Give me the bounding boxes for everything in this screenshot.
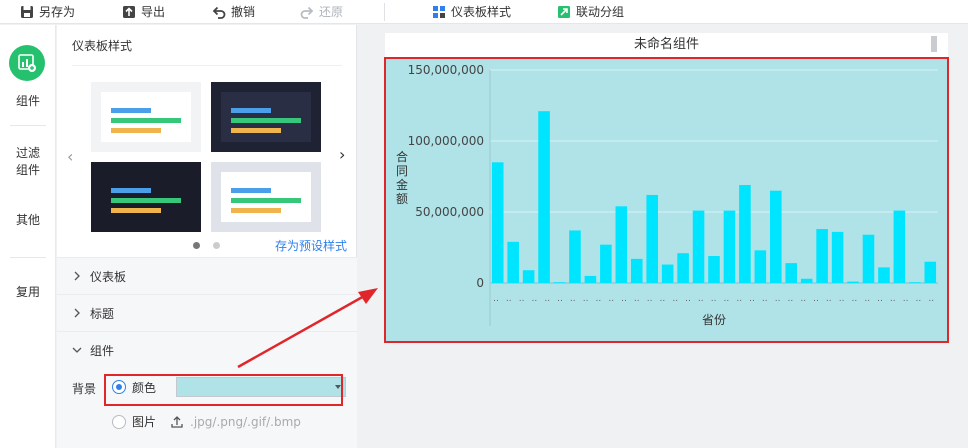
save-preset-link[interactable]: 存为预设样式: [275, 237, 347, 254]
next-style-arrow[interactable]: ›: [339, 145, 345, 164]
top-toolbar: 另存为 导出 撤销 还原 仪表板样式 联动分组: [0, 0, 968, 24]
background-label: 背景: [72, 382, 97, 396]
nav-item-other[interactable]: 其他: [0, 210, 56, 230]
section-component-label: 组件: [90, 343, 115, 358]
redo-label: 还原: [319, 5, 344, 19]
style-thumb-gray[interactable]: [211, 162, 321, 232]
image-option-label: 图片: [132, 415, 157, 429]
panel-title: 仪表板样式: [72, 39, 133, 53]
redo-icon: [300, 6, 314, 19]
prev-style-arrow[interactable]: ‹: [67, 147, 73, 166]
panel-divider: [72, 65, 342, 66]
dashboard-style-label: 仪表板样式: [451, 5, 512, 19]
chevron-right-icon: [74, 271, 80, 281]
nav-item-filter-line2[interactable]: 组件: [0, 160, 56, 180]
widget-scrollbar[interactable]: [931, 36, 937, 52]
annotation-arrow: [237, 288, 378, 369]
undo-label: 撤销: [231, 5, 256, 19]
background-image-row: 图片 .jpg/.png/.gif/.bmp: [112, 413, 301, 430]
chevron-down-icon: [72, 347, 82, 353]
nav-item-reuse[interactable]: 复用: [0, 282, 56, 302]
save-as-button[interactable]: 另存为: [20, 3, 75, 21]
image-radio[interactable]: [112, 414, 126, 429]
style-thumb-dark[interactable]: [91, 162, 201, 232]
export-label: 导出: [141, 5, 166, 19]
carousel-dot[interactable]: [213, 242, 220, 249]
widget-title[interactable]: 未命名组件: [385, 33, 948, 57]
chevron-right-icon: [74, 308, 80, 318]
linkage-group-button[interactable]: 联动分组: [557, 3, 624, 21]
export-button[interactable]: 导出: [122, 3, 165, 21]
save-as-label: 另存为: [39, 5, 76, 19]
undo-button[interactable]: 撤销: [212, 3, 255, 21]
style-thumb-light[interactable]: [91, 82, 201, 152]
nav-item-component[interactable]: 组件: [0, 91, 56, 111]
nav-divider: [10, 125, 46, 126]
section-title-label: 标题: [90, 306, 115, 321]
chart-add-icon: [18, 54, 36, 72]
image-formats-hint: .jpg/.png/.gif/.bmp: [190, 414, 301, 429]
layout-grid-icon: [433, 6, 445, 18]
upload-icon[interactable]: [170, 415, 184, 429]
linkage-group-label: 联动分组: [576, 5, 625, 19]
undo-icon: [212, 6, 226, 19]
section-dashboard-label: 仪表板: [90, 269, 127, 284]
linkage-icon: [558, 6, 570, 18]
highlight-box-chart: [384, 57, 949, 343]
style-thumb-dark-navy[interactable]: [211, 82, 321, 152]
toolbar-divider: [384, 3, 385, 21]
nav-divider: [10, 257, 46, 258]
left-nav: 组件 过滤 组件 其他 复用: [0, 25, 56, 448]
dashboard-style-button[interactable]: 仪表板样式: [432, 3, 511, 21]
redo-button[interactable]: 还原: [300, 3, 343, 21]
carousel-dot-active[interactable]: [193, 242, 200, 249]
floppy-disk-icon: [21, 6, 33, 18]
export-icon: [123, 6, 135, 18]
component-nav-button[interactable]: [9, 45, 45, 81]
